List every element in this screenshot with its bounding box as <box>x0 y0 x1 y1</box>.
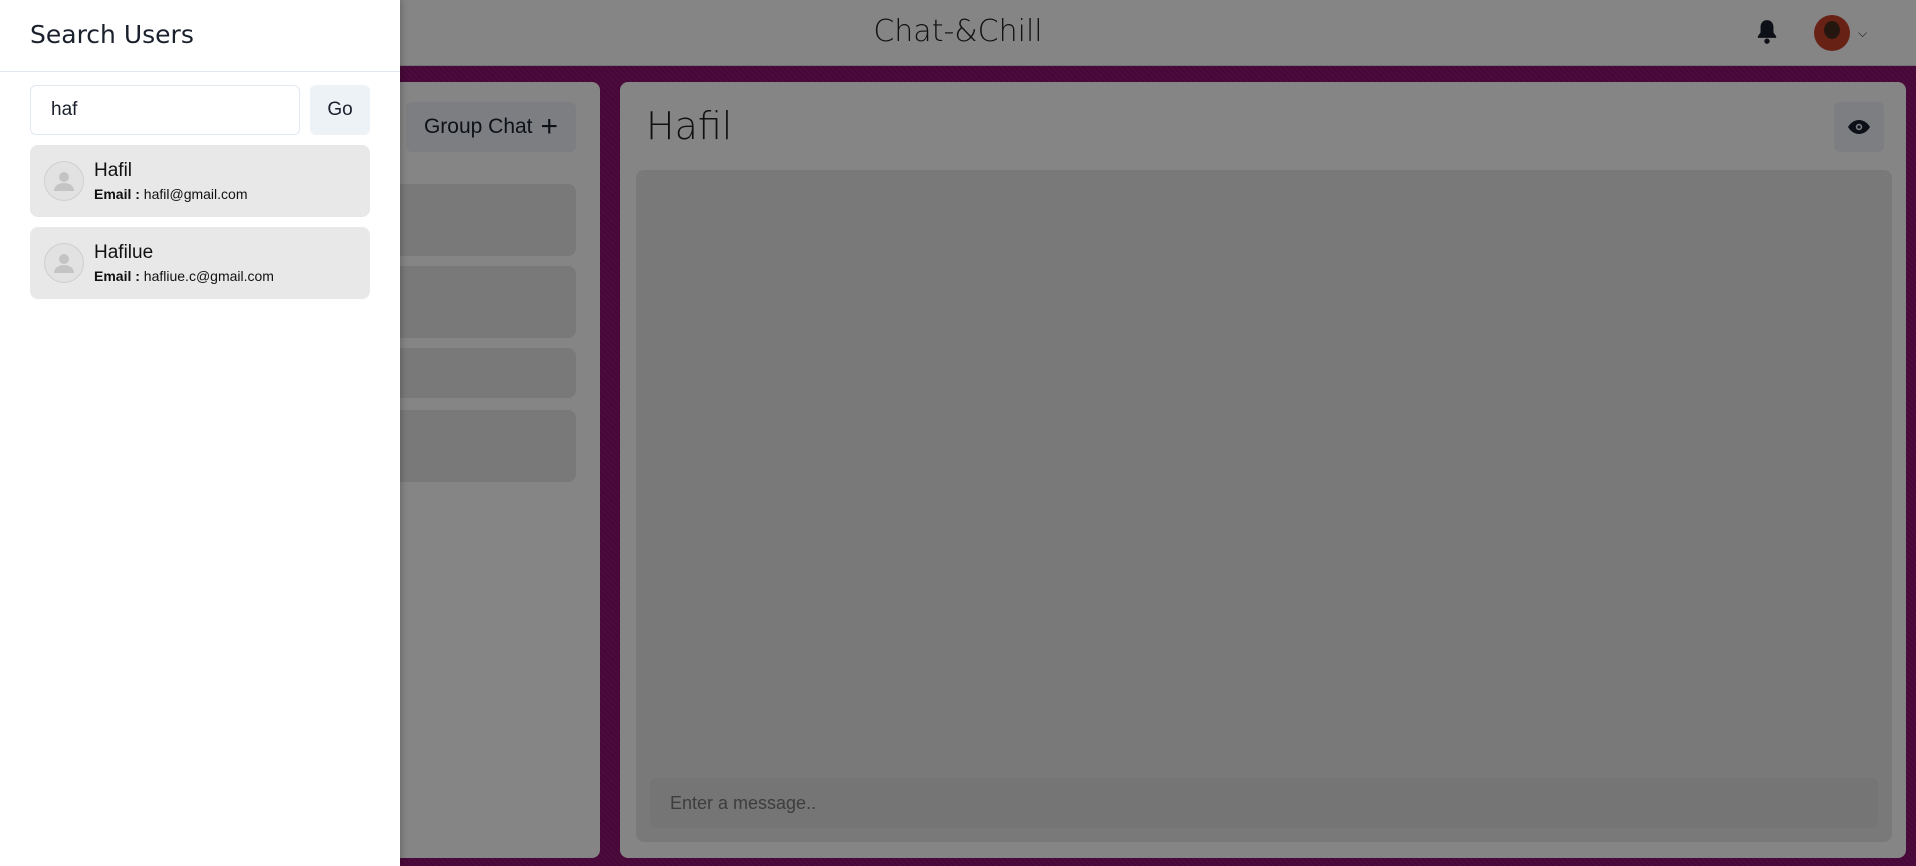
avatar <box>44 243 84 283</box>
user-email: Email : hafliue.c@gmail.com <box>94 267 274 285</box>
avatar <box>44 161 84 201</box>
drawer-title: Search Users <box>0 0 400 72</box>
user-name: Hafilue <box>94 242 154 263</box>
email-label: Email : <box>94 186 140 202</box>
email-value: hafil@gmail.com <box>143 186 248 202</box>
search-input[interactable] <box>30 85 300 135</box>
user-name: Hafil <box>94 160 133 181</box>
email-label: Email : <box>94 268 140 284</box>
email-value: hafliue.c@gmail.com <box>143 268 274 284</box>
user-result-item[interactable]: Hafil Email : hafil@gmail.com <box>30 145 370 217</box>
user-result-item[interactable]: Hafilue Email : hafliue.c@gmail.com <box>30 227 370 299</box>
user-icon <box>54 254 74 273</box>
search-users-drawer: Search Users Go Hafil Email : hafil@gmai… <box>0 0 400 866</box>
user-icon <box>54 172 74 191</box>
search-row: Go <box>30 85 370 135</box>
user-email: Email : hafil@gmail.com <box>94 185 247 203</box>
go-button[interactable]: Go <box>310 85 370 135</box>
